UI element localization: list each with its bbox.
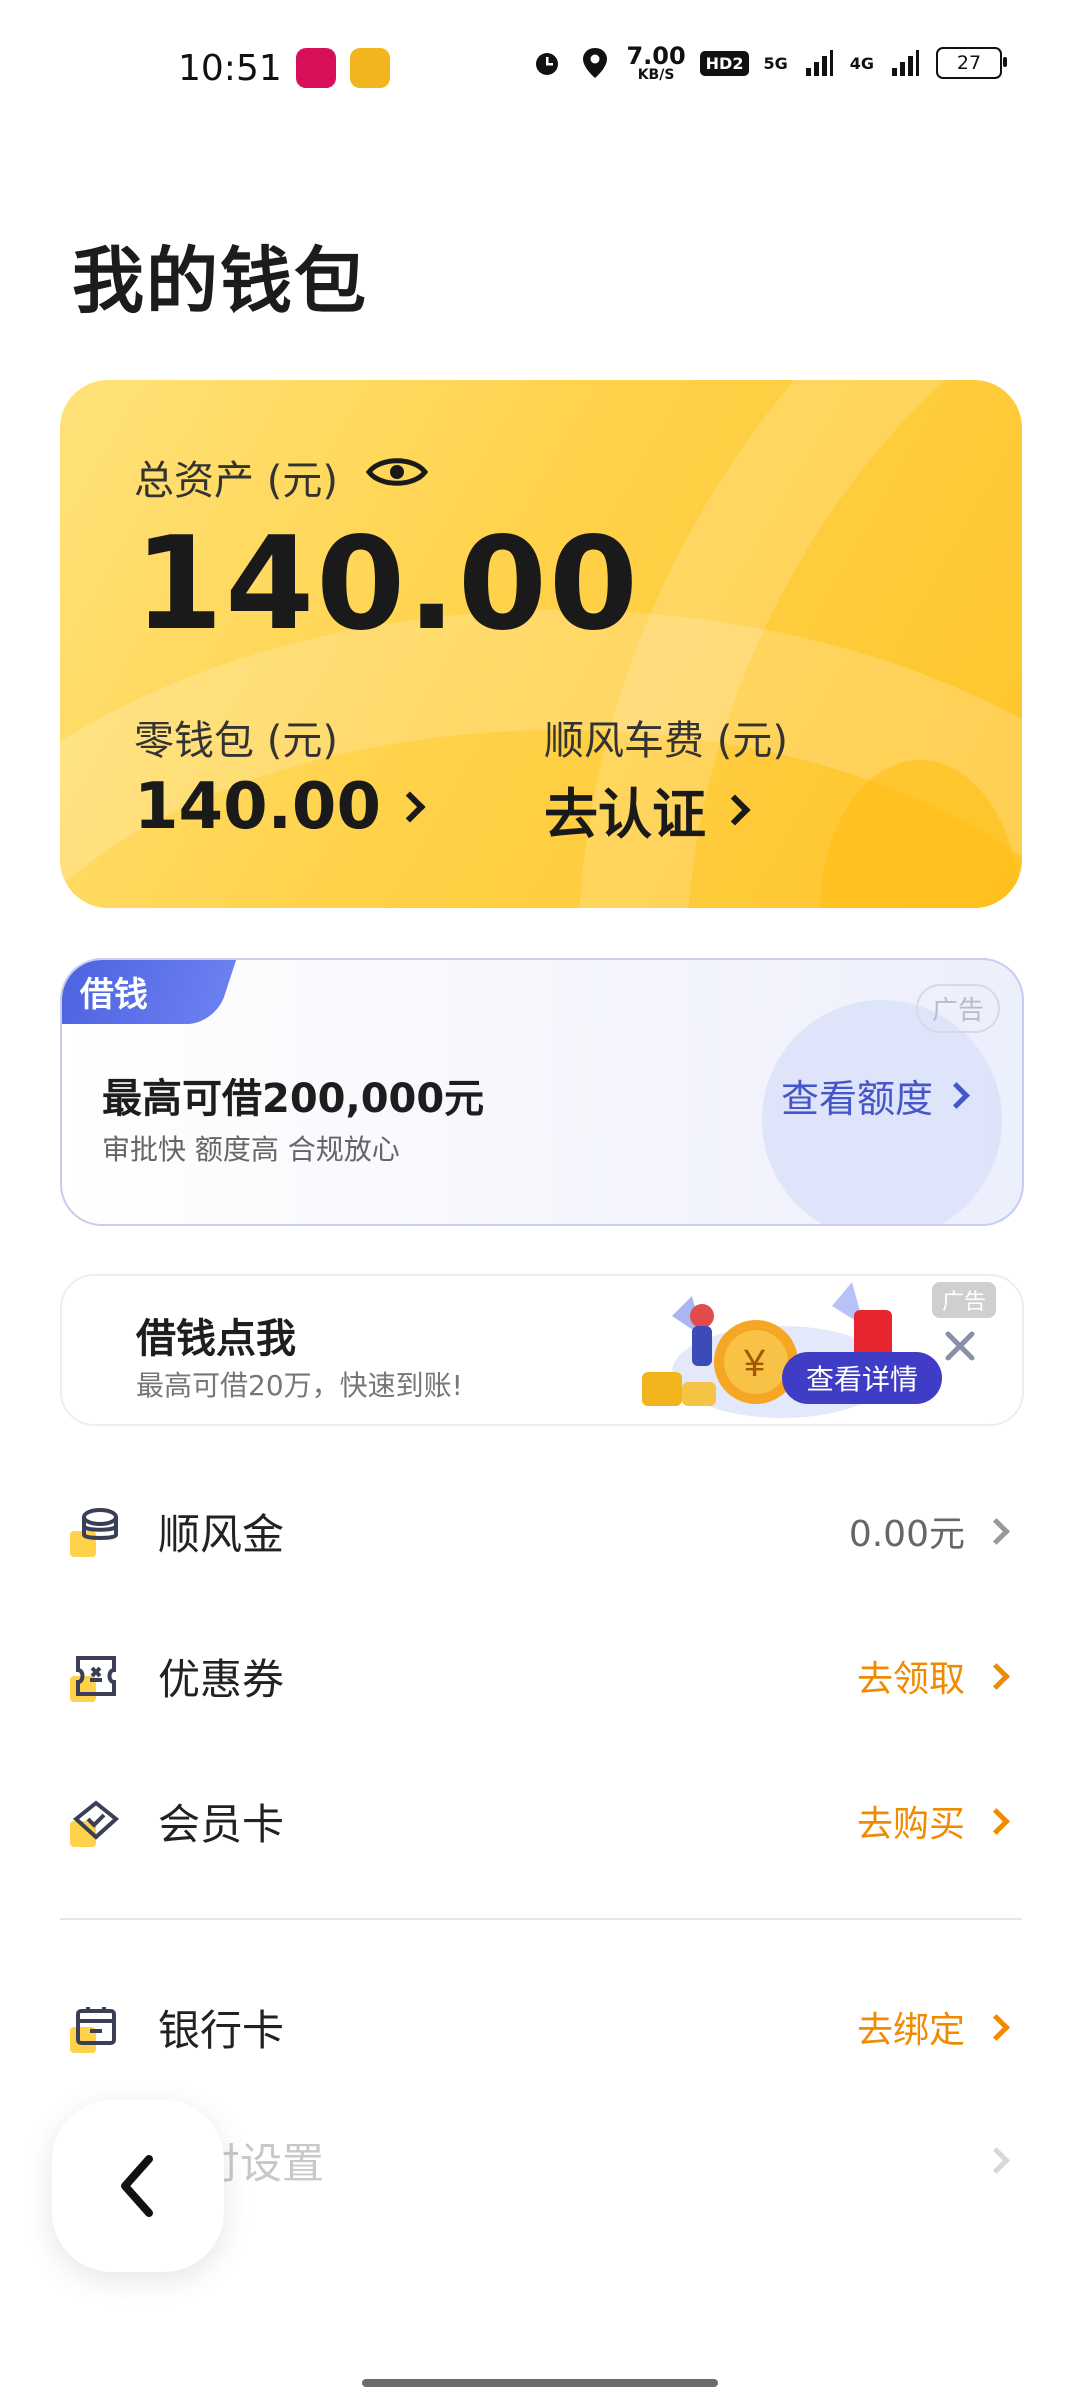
chevron-right-icon xyxy=(983,1517,1010,1545)
section-divider xyxy=(60,1918,1022,1920)
coupon-icon xyxy=(70,1650,122,1702)
back-button[interactable] xyxy=(52,2100,224,2272)
weibo-app-icon xyxy=(350,48,390,88)
chevron-right-icon xyxy=(983,2146,1010,2174)
list-item-label: 付设置 xyxy=(198,2138,325,2188)
chevron-left-icon xyxy=(121,2155,153,2217)
list-item-shunfeng-gold[interactable]: 顺风金 0.00元 xyxy=(60,1481,1020,1581)
signal-bars-2-icon xyxy=(888,46,922,80)
ride-fee[interactable]: 顺风车费 (元) 去认证 xyxy=(544,708,788,849)
ad-title: 借钱点我 xyxy=(136,1316,296,1362)
alarm-icon xyxy=(530,46,564,80)
chevron-right-icon xyxy=(394,791,426,823)
view-details-button[interactable]: 查看详情 xyxy=(782,1352,943,1404)
loan-subline: 审批快 额度高 合规放心 xyxy=(102,1133,400,1166)
svg-text:¥: ¥ xyxy=(743,1343,766,1385)
chevron-right-icon xyxy=(983,2013,1010,2041)
coins-icon xyxy=(70,1505,122,1557)
eye-icon[interactable] xyxy=(365,453,429,501)
view-quota-link[interactable]: 查看额度 xyxy=(781,1068,970,1123)
loan-tag: 借钱 xyxy=(62,960,237,1024)
ad-badge: 广告 xyxy=(931,1282,996,1318)
signal-bars-icon xyxy=(802,46,836,80)
ride-fee-label: 顺风车费 (元) xyxy=(544,718,788,764)
buy-membership-link: 去购买 xyxy=(856,1804,965,1845)
list-item-label: 银行卡 xyxy=(158,2005,285,2055)
ad-banner[interactable]: 借钱点我 最高可借20万，快速到账! ¥ 查看详情 广告 xyxy=(60,1274,1024,1426)
list-item-membership[interactable]: 会员卡 去购买 xyxy=(60,1771,1020,1871)
status-bar: 10:51 7.00 KB/S HD2 5G 4G 27 xyxy=(0,0,1080,140)
wallet-label: 零钱包 (元) xyxy=(134,718,338,764)
status-indicators: 7.00 KB/S HD2 5G 4G 27 xyxy=(530,42,1007,83)
location-icon xyxy=(578,46,612,80)
member-card-icon xyxy=(70,1795,122,1847)
chevron-right-icon xyxy=(983,1662,1010,1690)
home-indicator[interactable] xyxy=(362,2379,718,2387)
list-item-label: 顺风金 xyxy=(158,1509,285,1559)
status-time: 10:51 xyxy=(178,48,282,89)
tiktok-app-icon xyxy=(296,48,336,88)
wallet-value: 140.00 xyxy=(134,770,381,844)
close-icon[interactable] xyxy=(942,1328,978,1364)
network-speed: 7.00 KB/S xyxy=(626,42,686,83)
wallet-value-row: 140.00 xyxy=(134,770,426,844)
bind-card-link: 去绑定 xyxy=(856,2010,965,2051)
chevron-right-icon xyxy=(943,1082,970,1109)
total-assets-value: 140.00 xyxy=(134,510,640,659)
signal-4g-icon: 4G xyxy=(849,53,874,73)
list-item-label: 优惠券 xyxy=(158,1654,285,1704)
ride-fee-value-row: 去认证 xyxy=(544,770,788,849)
list-item-coupons[interactable]: 优惠券 去领取 xyxy=(60,1626,1020,1726)
chevron-right-icon xyxy=(983,1807,1010,1835)
ad-description: 最高可借20万，快速到账! xyxy=(136,1369,463,1402)
bank-card-icon xyxy=(70,2001,122,2053)
loan-headline: 最高可借200,000元 xyxy=(102,1076,485,1122)
list-item-label: 会员卡 xyxy=(158,1799,285,1849)
wallet-balance[interactable]: 零钱包 (元) 140.00 xyxy=(134,708,426,844)
asset-card: 总资产 (元) 140.00 零钱包 (元) 140.00 顺风车费 (元) 去… xyxy=(60,380,1022,908)
list-item-bank-card[interactable]: 银行卡 去绑定 xyxy=(60,1977,1020,2077)
verify-link: 去认证 xyxy=(544,783,706,846)
loan-card[interactable]: 借钱 广告 最高可借200,000元 审批快 额度高 合规放心 查看额度 xyxy=(60,958,1024,1226)
list-item-value: 0.00元 xyxy=(848,1514,965,1555)
hd-voice-icon: HD2 xyxy=(699,50,750,76)
page-title: 我的钱包 xyxy=(72,239,369,323)
get-coupon-link: 去领取 xyxy=(856,1659,965,1700)
ad-badge: 广告 xyxy=(915,984,1000,1033)
signal-5g-icon: 5G xyxy=(763,53,788,73)
total-assets-label: 总资产 (元) xyxy=(134,448,429,506)
battery-icon: 27 xyxy=(936,47,1007,79)
chevron-right-icon xyxy=(719,793,751,826)
